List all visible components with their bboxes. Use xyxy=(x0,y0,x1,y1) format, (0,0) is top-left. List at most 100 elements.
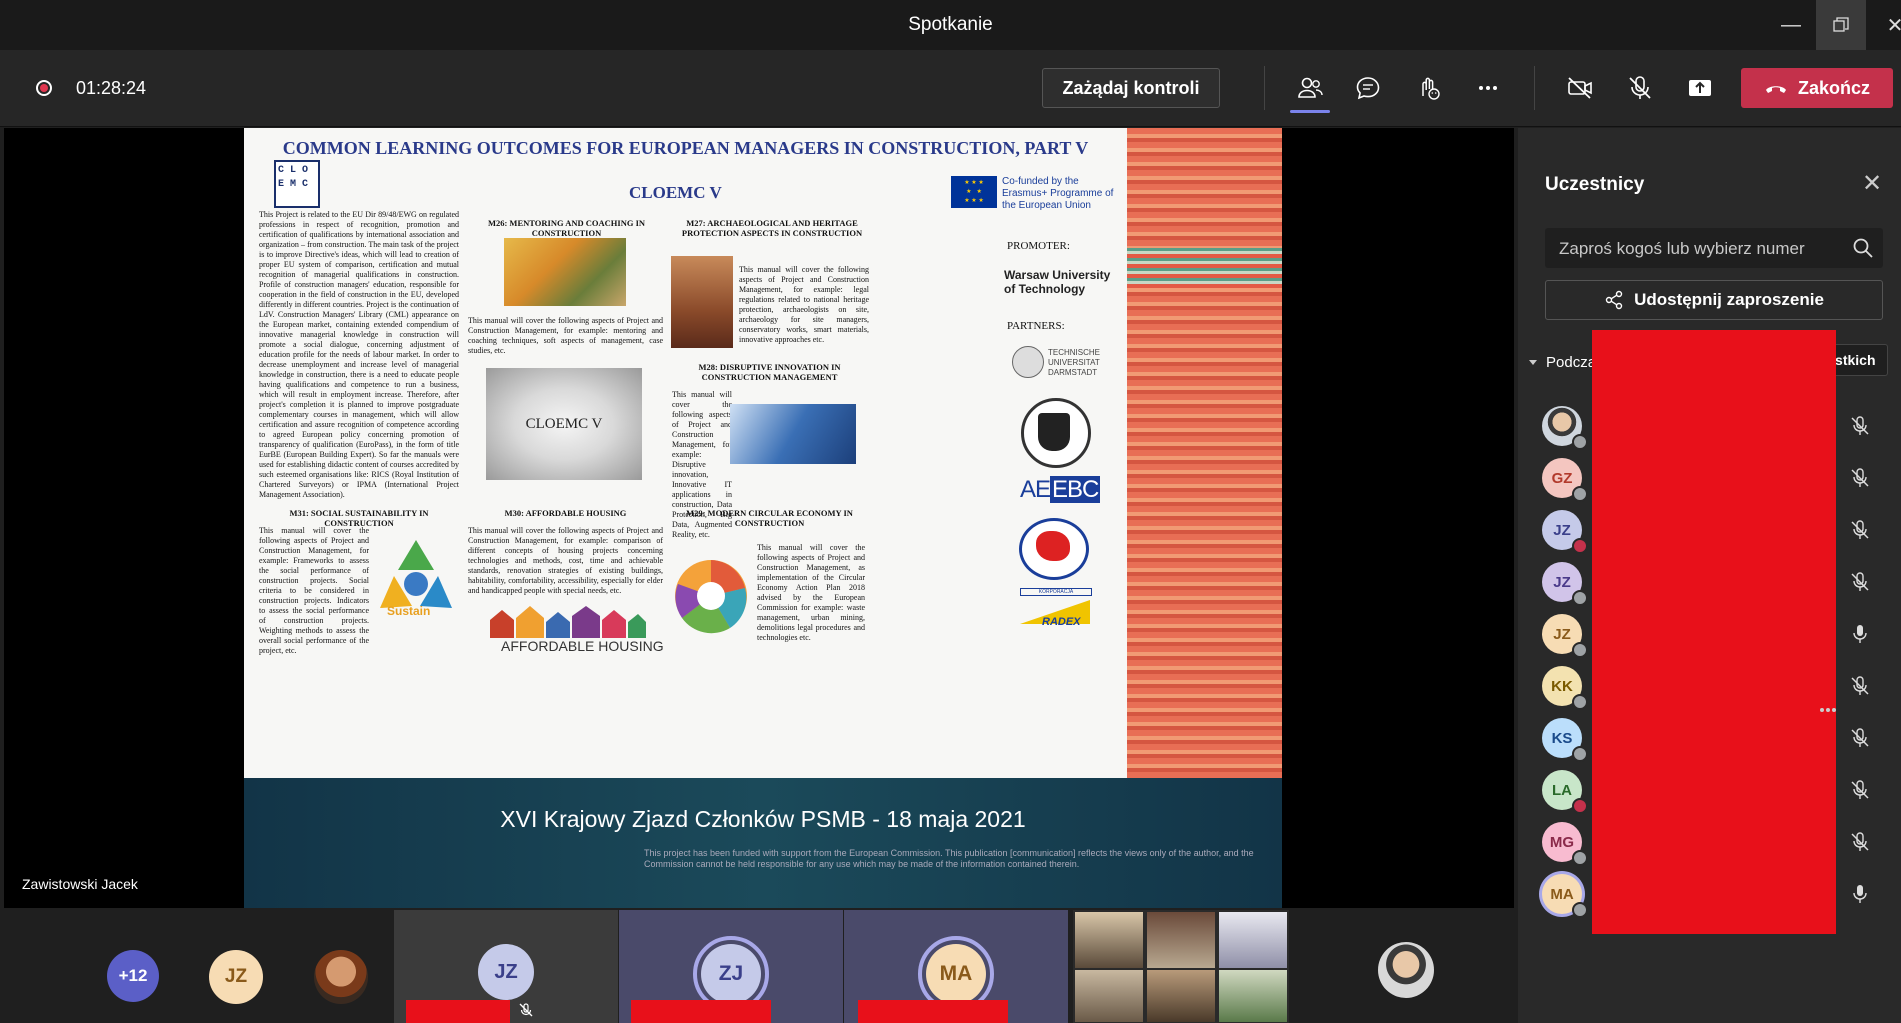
aeebc-logo: AEEBC xyxy=(1020,476,1101,504)
invite-search-input[interactable] xyxy=(1545,228,1851,270)
promoter-label: PROMOTER: xyxy=(1007,240,1070,252)
presence-status-icon xyxy=(1572,486,1588,502)
panel-title: Uczestnicy xyxy=(1545,174,1645,195)
radex-top-label: KORPORACJA xyxy=(1020,588,1092,596)
presence-status-icon xyxy=(1572,434,1588,450)
houses-image xyxy=(488,604,646,638)
eu-disclaimer: This project has been funded with suppor… xyxy=(644,848,1254,869)
camera-off-icon[interactable] xyxy=(1558,68,1602,108)
restore-icon[interactable] xyxy=(1816,0,1866,50)
video-tile[interactable]: MA xyxy=(844,910,1068,1023)
sustain-label: Sustain xyxy=(387,604,431,618)
participant-video xyxy=(1219,970,1287,1022)
request-control-button[interactable]: Zażądaj kontroli xyxy=(1042,68,1220,108)
participant-photo[interactable] xyxy=(314,950,368,1004)
share-icon xyxy=(1605,290,1623,310)
share-screen-icon[interactable] xyxy=(1678,68,1722,108)
participant-video xyxy=(1075,912,1143,968)
psmb-logo xyxy=(1019,518,1089,580)
slide-poster: COMMON LEARNING OUTCOMES FOR EUROPEAN MA… xyxy=(244,128,1127,778)
minimize-icon[interactable]: — xyxy=(1766,0,1816,50)
m27-title: M27: ARCHAEOLOGICAL AND HERITAGE PROTECT… xyxy=(681,218,863,238)
participant-avatar[interactable]: JZ xyxy=(209,950,263,1004)
m26-title: M26: MENTORING AND COACHING IN CONSTRUCT… xyxy=(487,218,646,238)
presence-status-icon xyxy=(1572,538,1588,554)
name-redaction xyxy=(631,1000,771,1023)
slide-title: COMMON LEARNING OUTCOMES FOR EUROPEAN MA… xyxy=(282,138,1089,158)
mentoring-image xyxy=(504,238,626,306)
innovation-image xyxy=(730,404,856,464)
search-icon[interactable] xyxy=(1851,236,1875,260)
muted-mic-icon[interactable] xyxy=(1848,778,1872,802)
close-icon[interactable]: ✕ xyxy=(1860,172,1884,196)
participant-video xyxy=(1147,912,1215,968)
aeebc-right: EBC xyxy=(1050,476,1101,503)
participant-avatar: MA xyxy=(926,944,986,1004)
slide-subtitle: CLOEMC V xyxy=(629,183,722,202)
title-bar: Spotkanie — ✕ xyxy=(0,0,1901,50)
mic-icon[interactable] xyxy=(1848,622,1872,646)
participant-avatar: ZJ xyxy=(701,944,761,1004)
video-tile[interactable]: JZ xyxy=(394,910,618,1023)
slide-side-photo xyxy=(1127,128,1282,778)
microphone-muted-icon[interactable] xyxy=(1618,68,1662,108)
more-participants-badge[interactable]: +12 xyxy=(107,950,159,1002)
event-title: XVI Krajowy Zjazd Członków PSMB - 18 maj… xyxy=(500,806,1026,832)
mic-icon[interactable] xyxy=(1848,882,1872,906)
muted-mic-icon[interactable] xyxy=(1848,674,1872,698)
muted-mic-icon[interactable] xyxy=(1848,414,1872,438)
muted-mic-icon[interactable] xyxy=(1848,726,1872,750)
video-tile-gallery[interactable] xyxy=(1073,910,1289,1023)
m31-text: This manual will cover the following asp… xyxy=(259,526,369,655)
share-invite-button[interactable]: Udostępnij zaproszenie xyxy=(1545,280,1883,320)
presenter-name: Zawistowski Jacek xyxy=(22,876,138,892)
close-window-icon[interactable]: ✕ xyxy=(1870,0,1901,50)
participants-icon[interactable] xyxy=(1288,68,1332,108)
valencia-university-logo xyxy=(1021,398,1091,468)
end-call-label: Zakończ xyxy=(1797,77,1871,98)
presence-status-icon xyxy=(1572,746,1588,762)
presence-status-icon xyxy=(1572,902,1588,918)
video-strip: +12 JZ JZ ZJ MA xyxy=(0,910,1514,1023)
m29-text: This manual will cover the following asp… xyxy=(757,543,865,642)
erasmus-label: Co-funded by the Erasmus+ Programme of t… xyxy=(1002,176,1114,211)
share-invite-label: Udostępnij zaproszenie xyxy=(1634,290,1824,309)
heritage-image xyxy=(671,256,733,348)
intro-text: This Project is related to the EU Dir 89… xyxy=(259,210,459,499)
invite-search xyxy=(1545,228,1883,270)
participant-photo[interactable] xyxy=(1378,942,1434,998)
end-call-button[interactable]: Zakończ xyxy=(1741,68,1893,108)
chat-icon[interactable] xyxy=(1346,68,1390,108)
name-redaction xyxy=(406,1000,510,1023)
presence-status-icon xyxy=(1572,694,1588,710)
meeting-toolbar: 01:28:24 Zażądaj kontroli Zakończ xyxy=(0,50,1901,127)
participant-video xyxy=(1075,970,1143,1022)
toolbar-divider xyxy=(1534,66,1535,110)
promoter-name: Warsaw University of Technology xyxy=(1004,268,1111,296)
tu-seal-icon xyxy=(1012,346,1044,378)
participant-avatar: JZ xyxy=(478,944,534,1000)
chevron-down-icon xyxy=(1529,359,1537,365)
muted-mic-icon[interactable] xyxy=(1848,466,1872,490)
radex-name: RADEX xyxy=(1042,616,1081,628)
m29-title: M29: MODERN CIRCULAR ECONOMY IN CONSTRUC… xyxy=(686,508,853,528)
muted-mic-icon[interactable] xyxy=(1848,570,1872,594)
more-options-icon[interactable] xyxy=(1826,708,1830,712)
presence-status-icon xyxy=(1572,642,1588,658)
name-redaction xyxy=(858,1000,1008,1023)
slide-footer: XVI Krajowy Zjazd Członków PSMB - 18 maj… xyxy=(244,778,1282,908)
muted-mic-icon[interactable] xyxy=(1848,518,1872,542)
presentation-slide: COMMON LEARNING OUTCOMES FOR EUROPEAN MA… xyxy=(244,128,1282,908)
video-tile[interactable]: ZJ xyxy=(619,910,843,1023)
muted-mic-icon[interactable] xyxy=(1848,830,1872,854)
hang-up-icon xyxy=(1765,86,1786,93)
window-title: Spotkanie xyxy=(908,14,993,35)
presence-status-icon xyxy=(1572,850,1588,866)
names-redaction xyxy=(1592,330,1836,934)
cloemc-center-image: CLOEMC V xyxy=(486,368,642,480)
aeebc-left: AE xyxy=(1020,476,1051,503)
shared-screen: COMMON LEARNING OUTCOMES FOR EUROPEAN MA… xyxy=(4,128,1514,908)
more-options-icon[interactable] xyxy=(1466,68,1510,108)
reactions-icon[interactable] xyxy=(1406,68,1450,108)
participant-video xyxy=(1219,912,1287,968)
